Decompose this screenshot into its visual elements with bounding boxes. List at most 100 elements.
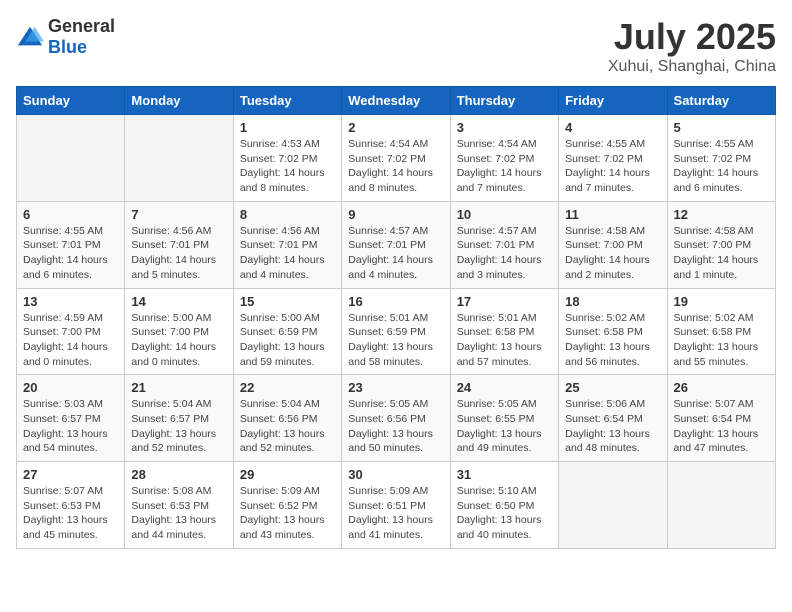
- day-number: 29: [240, 467, 335, 482]
- calendar-cell: 28 Sunrise: 5:08 AM Sunset: 6:53 PM Dayli…: [125, 462, 233, 549]
- cell-content: Sunrise: 5:01 AM Sunset: 6:59 PM Dayligh…: [348, 311, 443, 370]
- calendar-cell: [125, 115, 233, 202]
- day-number: 23: [348, 380, 443, 395]
- day-number: 24: [457, 380, 552, 395]
- cell-content: Sunrise: 5:04 AM Sunset: 6:56 PM Dayligh…: [240, 397, 335, 456]
- cell-content: Sunrise: 5:05 AM Sunset: 6:56 PM Dayligh…: [348, 397, 443, 456]
- cell-content: Sunrise: 5:07 AM Sunset: 6:54 PM Dayligh…: [674, 397, 769, 456]
- calendar-table: SundayMondayTuesdayWednesdayThursdayFrid…: [16, 86, 776, 549]
- cell-content: Sunrise: 5:02 AM Sunset: 6:58 PM Dayligh…: [674, 311, 769, 370]
- cell-content: Sunrise: 4:57 AM Sunset: 7:01 PM Dayligh…: [348, 224, 443, 283]
- calendar-cell: 24 Sunrise: 5:05 AM Sunset: 6:55 PM Dayli…: [450, 375, 558, 462]
- title-block: July 2025 Xuhui, Shanghai, China: [608, 16, 776, 76]
- calendar-cell: 12 Sunrise: 4:58 AM Sunset: 7:00 PM Dayli…: [667, 201, 775, 288]
- day-number: 10: [457, 207, 552, 222]
- day-number: 16: [348, 294, 443, 309]
- calendar-cell: [17, 115, 125, 202]
- day-number: 27: [23, 467, 118, 482]
- day-number: 8: [240, 207, 335, 222]
- logo: General Blue: [16, 16, 115, 58]
- cell-content: Sunrise: 5:04 AM Sunset: 6:57 PM Dayligh…: [131, 397, 226, 456]
- cell-content: Sunrise: 4:58 AM Sunset: 7:00 PM Dayligh…: [674, 224, 769, 283]
- location-title: Xuhui, Shanghai, China: [608, 58, 776, 76]
- calendar-cell: 10 Sunrise: 4:57 AM Sunset: 7:01 PM Dayli…: [450, 201, 558, 288]
- calendar-cell: 18 Sunrise: 5:02 AM Sunset: 6:58 PM Dayli…: [559, 288, 667, 375]
- calendar-cell: 8 Sunrise: 4:56 AM Sunset: 7:01 PM Daylig…: [233, 201, 341, 288]
- day-number: 2: [348, 120, 443, 135]
- day-number: 19: [674, 294, 769, 309]
- day-number: 31: [457, 467, 552, 482]
- cell-content: Sunrise: 5:02 AM Sunset: 6:58 PM Dayligh…: [565, 311, 660, 370]
- day-number: 18: [565, 294, 660, 309]
- day-number: 21: [131, 380, 226, 395]
- cell-content: Sunrise: 4:54 AM Sunset: 7:02 PM Dayligh…: [348, 137, 443, 196]
- day-of-week-header: Saturday: [667, 87, 775, 115]
- cell-content: Sunrise: 4:55 AM Sunset: 7:02 PM Dayligh…: [674, 137, 769, 196]
- calendar-cell: 2 Sunrise: 4:54 AM Sunset: 7:02 PM Daylig…: [342, 115, 450, 202]
- cell-content: Sunrise: 5:03 AM Sunset: 6:57 PM Dayligh…: [23, 397, 118, 456]
- calendar-cell: 21 Sunrise: 5:04 AM Sunset: 6:57 PM Dayli…: [125, 375, 233, 462]
- cell-content: Sunrise: 4:58 AM Sunset: 7:00 PM Dayligh…: [565, 224, 660, 283]
- calendar-cell: 27 Sunrise: 5:07 AM Sunset: 6:53 PM Dayli…: [17, 462, 125, 549]
- cell-content: Sunrise: 4:55 AM Sunset: 7:01 PM Dayligh…: [23, 224, 118, 283]
- calendar-cell: 11 Sunrise: 4:58 AM Sunset: 7:00 PM Dayli…: [559, 201, 667, 288]
- day-number: 26: [674, 380, 769, 395]
- page-header: General Blue July 2025 Xuhui, Shanghai, …: [16, 16, 776, 76]
- day-of-week-header: Monday: [125, 87, 233, 115]
- cell-content: Sunrise: 4:57 AM Sunset: 7:01 PM Dayligh…: [457, 224, 552, 283]
- day-number: 17: [457, 294, 552, 309]
- cell-content: Sunrise: 5:08 AM Sunset: 6:53 PM Dayligh…: [131, 484, 226, 543]
- calendar-week-row: 1 Sunrise: 4:53 AM Sunset: 7:02 PM Daylig…: [17, 115, 776, 202]
- day-number: 22: [240, 380, 335, 395]
- logo-icon: [16, 23, 44, 51]
- calendar-week-row: 13Sunrise: 4:59 AM Sunset: 7:00 PM Dayli…: [17, 288, 776, 375]
- cell-content: Sunrise: 4:55 AM Sunset: 7:02 PM Dayligh…: [565, 137, 660, 196]
- day-number: 9: [348, 207, 443, 222]
- cell-content: Sunrise: 5:01 AM Sunset: 6:58 PM Dayligh…: [457, 311, 552, 370]
- calendar-cell: 14Sunrise: 5:00 AM Sunset: 7:00 PM Dayli…: [125, 288, 233, 375]
- day-number: 11: [565, 207, 660, 222]
- calendar-cell: 16 Sunrise: 5:01 AM Sunset: 6:59 PM Dayli…: [342, 288, 450, 375]
- calendar-cell: 13Sunrise: 4:59 AM Sunset: 7:00 PM Dayli…: [17, 288, 125, 375]
- calendar-cell: 15Sunrise: 5:00 AM Sunset: 6:59 PM Dayli…: [233, 288, 341, 375]
- cell-content: Sunrise: 5:00 AM Sunset: 6:59 PM Dayligh…: [240, 311, 335, 370]
- day-of-week-header: Wednesday: [342, 87, 450, 115]
- logo-general: General: [48, 16, 115, 36]
- calendar-cell: 9 Sunrise: 4:57 AM Sunset: 7:01 PM Daylig…: [342, 201, 450, 288]
- cell-content: Sunrise: 5:06 AM Sunset: 6:54 PM Dayligh…: [565, 397, 660, 456]
- calendar-cell: 26 Sunrise: 5:07 AM Sunset: 6:54 PM Dayli…: [667, 375, 775, 462]
- calendar-cell: 22 Sunrise: 5:04 AM Sunset: 6:56 PM Dayli…: [233, 375, 341, 462]
- calendar-cell: 25Sunrise: 5:06 AM Sunset: 6:54 PM Dayli…: [559, 375, 667, 462]
- calendar-week-row: 27 Sunrise: 5:07 AM Sunset: 6:53 PM Dayli…: [17, 462, 776, 549]
- day-number: 28: [131, 467, 226, 482]
- calendar-cell: 23 Sunrise: 5:05 AM Sunset: 6:56 PM Dayli…: [342, 375, 450, 462]
- month-title: July 2025: [608, 16, 776, 58]
- calendar-cell: [559, 462, 667, 549]
- day-of-week-header: Friday: [559, 87, 667, 115]
- cell-content: Sunrise: 4:56 AM Sunset: 7:01 PM Dayligh…: [240, 224, 335, 283]
- calendar-cell: 17 Sunrise: 5:01 AM Sunset: 6:58 PM Dayli…: [450, 288, 558, 375]
- day-number: 12: [674, 207, 769, 222]
- day-number: 14: [131, 294, 226, 309]
- calendar-cell: 3Sunrise: 4:54 AM Sunset: 7:02 PM Daylig…: [450, 115, 558, 202]
- calendar-cell: 19 Sunrise: 5:02 AM Sunset: 6:58 PM Dayli…: [667, 288, 775, 375]
- cell-content: Sunrise: 4:53 AM Sunset: 7:02 PM Dayligh…: [240, 137, 335, 196]
- calendar-cell: [667, 462, 775, 549]
- day-number: 1: [240, 120, 335, 135]
- day-of-week-header: Sunday: [17, 87, 125, 115]
- day-number: 7: [131, 207, 226, 222]
- calendar-cell: 6Sunrise: 4:55 AM Sunset: 7:01 PM Daylig…: [17, 201, 125, 288]
- calendar-cell: 30Sunrise: 5:09 AM Sunset: 6:51 PM Dayli…: [342, 462, 450, 549]
- day-number: 20: [23, 380, 118, 395]
- cell-content: Sunrise: 5:10 AM Sunset: 6:50 PM Dayligh…: [457, 484, 552, 543]
- day-number: 3: [457, 120, 552, 135]
- day-number: 4: [565, 120, 660, 135]
- calendar-week-row: 6Sunrise: 4:55 AM Sunset: 7:01 PM Daylig…: [17, 201, 776, 288]
- cell-content: Sunrise: 5:05 AM Sunset: 6:55 PM Dayligh…: [457, 397, 552, 456]
- calendar-cell: 5Sunrise: 4:55 AM Sunset: 7:02 PM Daylig…: [667, 115, 775, 202]
- day-of-week-header: Thursday: [450, 87, 558, 115]
- calendar-cell: 29Sunrise: 5:09 AM Sunset: 6:52 PM Dayli…: [233, 462, 341, 549]
- cell-content: Sunrise: 5:07 AM Sunset: 6:53 PM Dayligh…: [23, 484, 118, 543]
- calendar-cell: 20 Sunrise: 5:03 AM Sunset: 6:57 PM Dayli…: [17, 375, 125, 462]
- calendar-cell: 31 Sunrise: 5:10 AM Sunset: 6:50 PM Dayli…: [450, 462, 558, 549]
